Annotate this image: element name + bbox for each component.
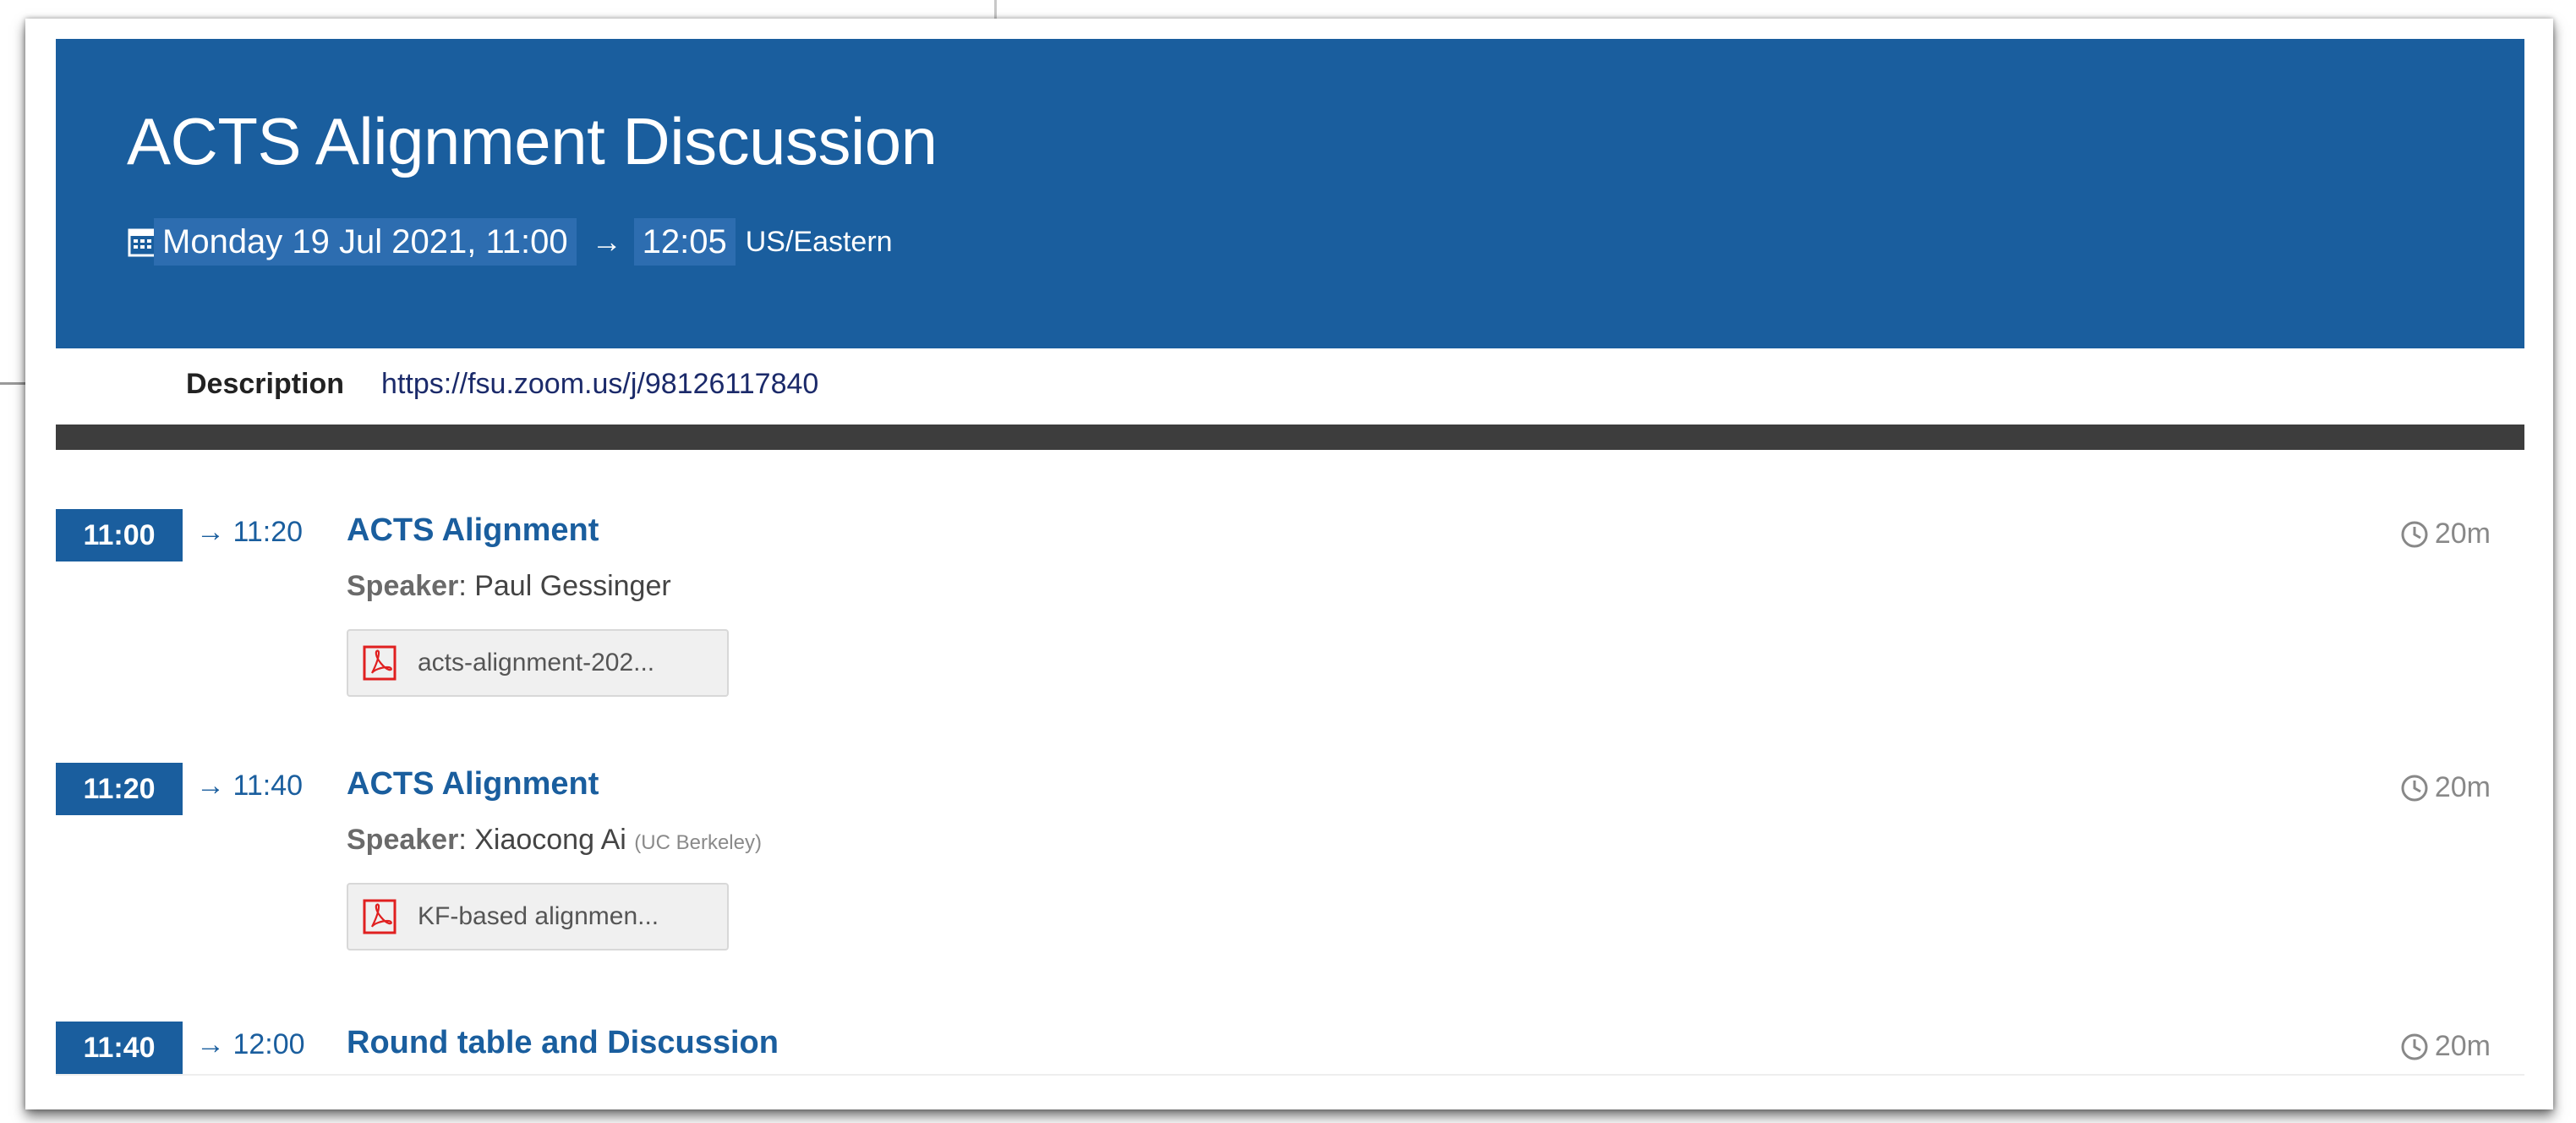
arrow-icon: → xyxy=(591,224,622,259)
entry-duration: 20m xyxy=(2399,1030,2491,1063)
event-timezone: US/Eastern xyxy=(745,225,893,258)
attachment-filename: KF-based alignmen... xyxy=(418,902,659,930)
duration-text: 20m xyxy=(2434,518,2491,550)
description-label: Description xyxy=(186,367,345,400)
entry-duration: 20m xyxy=(2399,771,2491,804)
attachment-button[interactable]: acts-alignment-202... xyxy=(347,629,729,697)
entry-start-time: 11:20 xyxy=(56,763,183,815)
description-link[interactable]: https://fsu.zoom.us/j/98126117840 xyxy=(381,368,818,401)
contribution-title-link[interactable]: ACTS Alignment xyxy=(347,766,599,803)
event-start-datetime: Monday 19 Jul 2021, 11:00 xyxy=(154,218,577,266)
entry-start-time: 11:40 xyxy=(56,1022,183,1074)
speaker-name: : Paul Gessinger xyxy=(458,570,671,602)
speaker-name: : Xiaocong Ai xyxy=(458,824,626,856)
duration-text: 20m xyxy=(2434,771,2491,803)
timetable-entry: 11:40 → 12:00 Round table and Discussion… xyxy=(56,1022,2524,1089)
timetable-divider xyxy=(56,425,2524,450)
clock-icon xyxy=(2401,521,2428,547)
speaker-line: Speaker: Paul Gessinger xyxy=(347,570,671,603)
attachment-filename: acts-alignment-202... xyxy=(418,649,655,677)
timetable-entry: 11:20 → 11:40 ACTS Alignment Speaker: Xi… xyxy=(56,763,2524,966)
bottom-divider xyxy=(56,1074,2524,1076)
clock-icon xyxy=(2401,775,2428,801)
event-date-row: Monday 19 Jul 2021, 11:00 → 12:05 US/Eas… xyxy=(154,216,893,267)
entry-duration: 20m xyxy=(2399,518,2491,551)
speaker-label: Speaker xyxy=(347,570,459,602)
event-card: ACTS Alignment Discussion Monday 19 Jul … xyxy=(25,19,2553,1109)
timetable-entry: 11:00 → 11:20 ACTS Alignment Speaker: Pa… xyxy=(56,509,2524,712)
entry-start-time: 11:00 xyxy=(56,509,183,562)
entry-end-time: → 11:40 xyxy=(196,770,304,802)
speaker-line: Speaker: Xiaocong Ai (UC Berkeley) xyxy=(347,824,762,857)
description-row: Description https://fsu.zoom.us/j/981261… xyxy=(186,363,818,405)
event-end-time: 12:05 xyxy=(633,218,736,266)
clock-icon xyxy=(2401,1033,2428,1060)
entry-end-time: → 11:20 xyxy=(196,516,304,548)
attachment-button[interactable]: KF-based alignmen... xyxy=(347,883,729,950)
pdf-file-icon xyxy=(363,645,397,681)
pdf-file-icon xyxy=(363,899,397,934)
duration-text: 20m xyxy=(2434,1030,2491,1062)
screen: ACTS Alignment Discussion Monday 19 Jul … xyxy=(0,0,2576,1123)
speaker-affiliation: (UC Berkeley) xyxy=(634,831,762,854)
contribution-title-link[interactable]: Round table and Discussion xyxy=(347,1025,779,1061)
event-title: ACTS Alignment Discussion xyxy=(127,104,938,178)
event-header: ACTS Alignment Discussion Monday 19 Jul … xyxy=(56,39,2524,348)
entry-end-time: → 12:00 xyxy=(196,1028,305,1060)
contribution-title-link[interactable]: ACTS Alignment xyxy=(347,512,599,549)
speaker-label: Speaker xyxy=(347,824,459,856)
